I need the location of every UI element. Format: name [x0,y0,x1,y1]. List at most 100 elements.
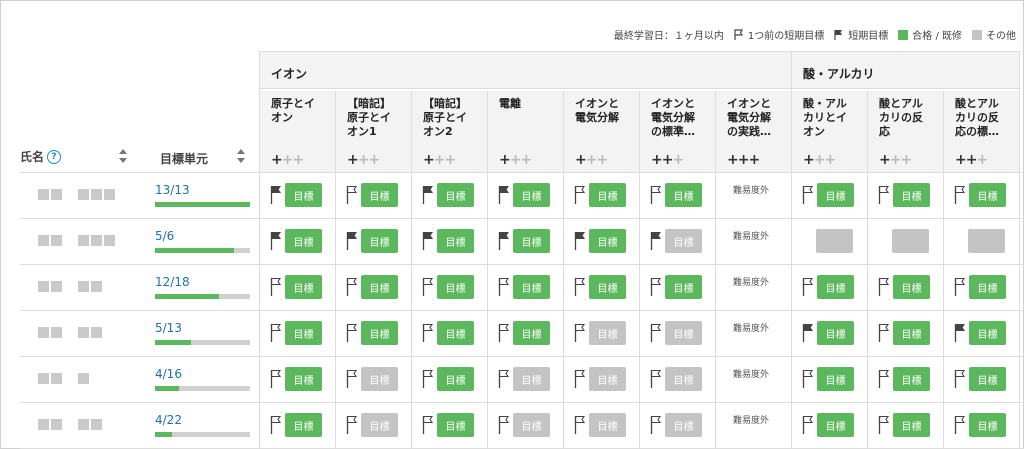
passed-target-tag[interactable]: 目標 [513,321,550,345]
target-progress[interactable]: 5/6 [155,229,250,253]
passed-target-tag[interactable]: 目標 [969,275,1006,299]
target-progress[interactable]: 13/13 [155,183,250,207]
unit-cell[interactable]: 目標 [574,367,626,391]
student-name[interactable] [38,327,104,338]
passed-target-tag[interactable]: 目標 [893,275,930,299]
unit-cell[interactable]: 目標 [574,275,626,299]
unit-cell[interactable]: 目標 [650,367,702,391]
passed-target-tag[interactable]: 目標 [893,321,930,345]
passed-target-tag[interactable]: 目標 [589,275,626,299]
target-progress[interactable]: 4/22 [155,413,250,437]
passed-target-tag[interactable]: 目標 [893,413,930,437]
unit-cell[interactable]: 目標 [498,229,550,253]
unit-cell[interactable]: 目標 [498,183,550,207]
progress-count[interactable]: 12/18 [155,275,250,290]
passed-target-tag[interactable]: 目標 [817,413,854,437]
column-header[interactable]: 電離 +++ [487,91,563,172]
passed-target-tag[interactable]: 目標 [285,321,322,345]
passed-target-tag[interactable]: 目標 [361,321,398,345]
unit-cell[interactable] [892,229,929,253]
unit-cell[interactable]: 目標 [422,275,474,299]
passed-target-tag[interactable]: 目標 [513,229,550,253]
target-progress[interactable]: 4/16 [155,367,250,391]
target-column-header[interactable]: 目標単元 [160,150,208,167]
unit-cell[interactable]: 目標 [802,367,854,391]
unit-cell[interactable]: 目標 [650,275,702,299]
column-header[interactable]: イオンと 電気分解 の実践… +++ [715,91,791,172]
passed-target-tag[interactable]: 目標 [285,367,322,391]
unit-cell[interactable]: 目標 [270,183,322,207]
unit-cell[interactable]: 目標 [574,321,626,345]
passed-target-tag[interactable]: 目標 [969,183,1006,207]
unit-cell[interactable]: 目標 [954,367,1006,391]
passed-target-tag[interactable]: 目標 [437,183,474,207]
unit-cell[interactable]: 目標 [954,413,1006,437]
unit-cell[interactable]: 目標 [574,413,626,437]
passed-target-tag[interactable]: 目標 [893,367,930,391]
other-target-tag[interactable]: 目標 [361,413,398,437]
unit-cell[interactable] [968,229,1005,253]
progress-count[interactable]: 5/13 [155,321,250,336]
other-target-tag[interactable]: 目標 [589,367,626,391]
unit-cell[interactable]: 目標 [878,183,930,207]
other-target-tag[interactable]: 目標 [589,413,626,437]
passed-target-tag[interactable]: 目標 [285,275,322,299]
column-header[interactable]: イオンと 電気分解 の標準… +++ [639,91,715,172]
passed-target-tag[interactable]: 目標 [817,321,854,345]
target-progress[interactable]: 12/18 [155,275,250,299]
unit-cell[interactable]: 目標 [346,229,398,253]
passed-target-tag[interactable]: 目標 [361,275,398,299]
unit-cell[interactable]: 目標 [498,413,550,437]
unit-cell[interactable]: 目標 [954,275,1006,299]
unit-cell[interactable]: 目標 [574,183,626,207]
other-target-tag[interactable]: 目標 [665,413,702,437]
unit-cell[interactable]: 目標 [422,413,474,437]
unit-cell[interactable]: 目標 [498,275,550,299]
passed-target-tag[interactable]: 目標 [285,229,322,253]
passed-target-tag[interactable]: 目標 [437,321,474,345]
unit-cell[interactable]: 目標 [802,321,854,345]
unit-cell[interactable]: 目標 [650,321,702,345]
unit-cell[interactable]: 目標 [954,183,1006,207]
student-name[interactable] [38,419,104,430]
sort-target-icon[interactable] [236,149,246,163]
column-header[interactable]: イオンと 電気分解 +++ [563,91,639,172]
column-header[interactable]: 酸・アル カリとイ オン +++ [791,91,867,172]
unit-cell[interactable]: 目標 [422,321,474,345]
unit-cell[interactable]: 目標 [498,367,550,391]
unit-cell[interactable]: 目標 [878,413,930,437]
unit-cell[interactable]: 目標 [270,367,322,391]
unit-cell[interactable]: 難易度外 [733,229,769,242]
other-target-tag[interactable]: 目標 [513,367,550,391]
unit-cell[interactable]: 目標 [878,275,930,299]
other-target-tag[interactable]: 目標 [513,413,550,437]
unit-cell[interactable]: 目標 [346,275,398,299]
unit-cell[interactable]: 難易度外 [733,183,769,196]
name-column-header[interactable]: 氏名 ? [20,148,62,165]
unit-cell[interactable]: 目標 [650,183,702,207]
passed-target-tag[interactable]: 目標 [817,367,854,391]
student-name[interactable] [38,281,104,292]
passed-target-tag[interactable]: 目標 [665,183,702,207]
column-header[interactable]: 原子とイ オン +++ [259,91,335,172]
passed-target-tag[interactable]: 目標 [665,275,702,299]
unit-cell[interactable]: 目標 [270,413,322,437]
unit-cell[interactable]: 目標 [270,229,322,253]
help-icon[interactable]: ? [47,149,62,164]
passed-target-tag[interactable]: 目標 [969,413,1006,437]
passed-target-tag[interactable]: 目標 [437,229,474,253]
passed-target-tag[interactable]: 目標 [437,367,474,391]
passed-target-tag[interactable]: 目標 [285,413,322,437]
unit-cell[interactable]: 目標 [802,183,854,207]
unit-cell[interactable]: 目標 [270,321,322,345]
unit-cell[interactable]: 難易度外 [733,321,769,334]
column-header[interactable]: 酸とアル カリの反 応の標… +++ [943,91,1019,172]
unit-cell[interactable]: 目標 [346,367,398,391]
other-target-tag[interactable]: 目標 [665,367,702,391]
unit-cell[interactable]: 目標 [346,321,398,345]
student-name[interactable] [38,189,117,200]
other-target-tag[interactable]: 目標 [665,321,702,345]
passed-target-tag[interactable]: 目標 [513,275,550,299]
passed-target-tag[interactable]: 目標 [361,183,398,207]
unit-cell[interactable]: 目標 [346,413,398,437]
